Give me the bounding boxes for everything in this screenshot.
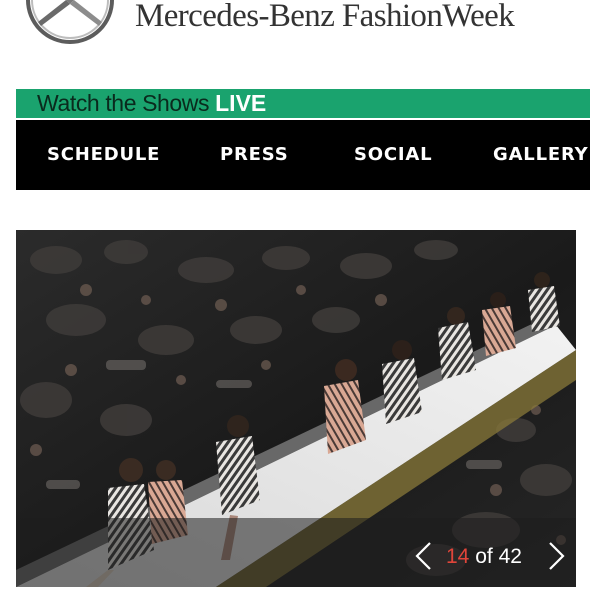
nav-item-schedule[interactable]: SCHEDULE [47, 120, 160, 190]
brand-title: Mercedes-Benz FashionWeek [135, 0, 515, 34]
live-banner-live-word: LIVE [215, 90, 267, 116]
mercedes-star-icon[interactable] [22, 0, 118, 54]
nav-item-press[interactable]: PRESS [220, 120, 288, 190]
nav-item-social[interactable]: SOCIAL [354, 120, 432, 190]
live-banner-prefix: Watch the Shows [37, 90, 210, 116]
watch-live-banner[interactable]: Watch the Shows LIVE [16, 89, 590, 118]
site-header: Mercedes-Benz FashionWeek [0, 0, 590, 60]
gallery-counter: 14 of 42 [446, 543, 538, 571]
gallery-current-index: 14 [446, 545, 470, 568]
main-nav: SCHEDULE PRESS SOCIAL GALLERY [16, 120, 590, 190]
photo-gallery: 14 of 42 [16, 230, 576, 587]
gallery-of-word: of [475, 545, 493, 568]
nav-item-gallery[interactable]: GALLERY [493, 120, 588, 190]
chevron-left-icon[interactable] [412, 541, 436, 571]
gallery-total: 42 [498, 545, 522, 568]
chevron-right-icon[interactable] [544, 541, 568, 571]
